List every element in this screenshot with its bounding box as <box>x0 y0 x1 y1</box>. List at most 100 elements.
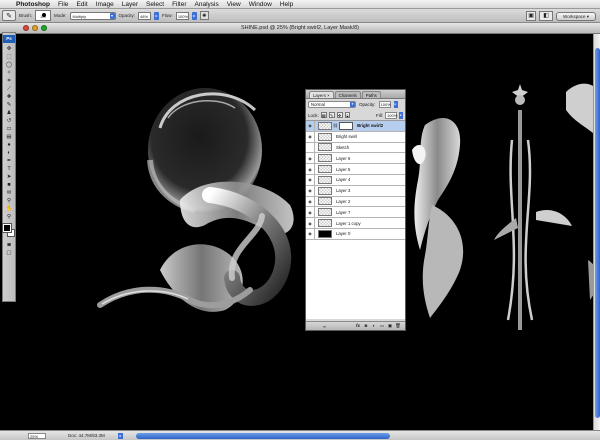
opacity-slider-button[interactable]: ▸ <box>154 11 160 20</box>
menu-filter[interactable]: Filter <box>168 1 190 8</box>
layer-row[interactable]: ◉ Layer 7 <box>306 207 405 219</box>
gradient-tool-icon[interactable]: ▤ <box>4 134 14 141</box>
layer-row[interactable]: Sketch <box>306 142 405 154</box>
menu-analysis[interactable]: Analysis <box>191 1 223 8</box>
marquee-tool-icon[interactable]: ⬚ <box>4 54 14 61</box>
menu-image[interactable]: Image <box>92 1 118 8</box>
mask-link-icon[interactable]: ⛓ <box>333 123 338 128</box>
tab-channels[interactable]: Channels <box>334 91 361 98</box>
color-swatches[interactable] <box>2 223 15 238</box>
visibility-eye-icon[interactable]: ◉ <box>306 153 315 164</box>
lock-all-icon[interactable]: 🔒︎ <box>344 112 351 118</box>
path-selection-tool-icon[interactable]: ➤ <box>4 174 14 181</box>
new-layer-icon[interactable]: ▣ <box>387 323 393 329</box>
layer-thumbnail[interactable] <box>318 165 332 174</box>
layer-thumbnail[interactable] <box>318 154 332 163</box>
layer-thumbnail[interactable] <box>318 229 332 238</box>
layer-thumbnail[interactable] <box>318 219 332 228</box>
lock-transparency-icon[interactable]: ▦ <box>320 112 327 118</box>
document-canvas[interactable] <box>0 34 600 430</box>
visibility-eye-icon[interactable]: ◉ <box>306 131 315 142</box>
history-brush-tool-icon[interactable]: ↺ <box>4 118 14 125</box>
trash-icon[interactable]: 🗑︎ <box>395 323 401 329</box>
move-tool-icon[interactable]: ✥ <box>4 46 14 53</box>
brush-picker[interactable]: 100 <box>35 10 52 21</box>
layer-row[interactable]: ◉ Layer 4 <box>306 174 405 186</box>
visibility-eye-icon[interactable]: ◉ <box>306 164 315 174</box>
layer-row[interactable]: ◉ Layer 5 <box>306 164 405 175</box>
slice-tool-icon[interactable]: ⟋ <box>4 86 14 93</box>
adjustment-layer-icon[interactable]: ◐ <box>371 323 377 329</box>
flow-field[interactable]: 100% <box>175 11 189 20</box>
layer-row[interactable]: ◉ ⛓ Bright swirl2 <box>306 121 405 132</box>
fill-field[interactable]: 100% <box>385 111 397 119</box>
visibility-eye-icon[interactable]: ◉ <box>306 218 315 228</box>
vertical-scroll-thumb[interactable] <box>595 48 600 418</box>
layer-thumbnail[interactable] <box>318 121 332 130</box>
brush-tool-preset-button[interactable]: ✎ <box>2 10 16 21</box>
healing-brush-tool-icon[interactable]: ✚ <box>4 94 14 101</box>
layer-mask-thumbnail[interactable] <box>339 121 354 130</box>
menu-help[interactable]: Help <box>276 1 297 8</box>
screen-mode-icon[interactable]: ▢ <box>4 250 14 257</box>
layer-opacity-field[interactable]: 100% <box>378 101 391 108</box>
hand-tool-icon[interactable]: ✋ <box>4 206 14 213</box>
layer-thumbnail[interactable] <box>318 143 332 152</box>
notes-tool-icon[interactable]: ✉ <box>4 190 14 197</box>
layer-row[interactable]: ◉ Layer 0 <box>306 228 405 240</box>
layer-thumbnail[interactable] <box>318 197 332 206</box>
eraser-tool-icon[interactable]: ▭ <box>4 126 14 133</box>
tab-paths[interactable]: Paths <box>361 91 381 98</box>
menu-edit[interactable]: Edit <box>72 1 91 8</box>
opacity-field[interactable]: 48% <box>138 11 152 20</box>
brush-tool-icon[interactable]: ✎ <box>4 102 14 109</box>
menu-select[interactable]: Select <box>142 1 168 8</box>
quick-mask-icon[interactable]: ◙ <box>4 242 14 249</box>
visibility-eye-icon[interactable]: ◉ <box>306 196 315 207</box>
eyedropper-tool-icon[interactable]: ⚲ <box>4 198 14 205</box>
pen-tool-icon[interactable]: ✒ <box>4 158 14 165</box>
crop-tool-icon[interactable]: ⌗ <box>4 78 14 85</box>
foreground-color-swatch[interactable] <box>2 223 12 233</box>
layer-row[interactable]: ◉ Layer 2 <box>306 196 405 208</box>
menu-window[interactable]: Window <box>245 1 276 8</box>
blend-mode-dropdown[interactable]: Normal ▾ <box>308 101 356 108</box>
shape-tool-icon[interactable]: ■ <box>4 182 14 189</box>
vertical-scrollbar[interactable] <box>593 34 600 430</box>
visibility-eye-icon[interactable]: ◉ <box>306 185 315 196</box>
link-layers-icon[interactable]: ∞ <box>323 324 326 329</box>
ps-logo[interactable]: Ps <box>3 35 15 43</box>
flow-slider-button[interactable]: ▸ <box>191 11 197 20</box>
layer-thumbnail[interactable] <box>318 175 332 184</box>
magic-wand-tool-icon[interactable]: ✧ <box>4 70 14 77</box>
blur-tool-icon[interactable]: ● <box>4 142 14 149</box>
layer-thumbnail[interactable] <box>318 132 332 141</box>
lock-pixels-icon[interactable]: ✎ <box>328 112 335 118</box>
layer-thumbnail[interactable] <box>318 186 332 195</box>
fill-slider-button[interactable]: ▸ <box>399 111 403 119</box>
tab-layers[interactable]: Layers × <box>309 91 334 98</box>
palette-well-icon[interactable]: ▣ <box>526 11 537 21</box>
layer-opacity-slider-button[interactable]: ▸ <box>393 101 398 108</box>
layer-thumbnail[interactable] <box>318 208 332 217</box>
mode-dropdown[interactable]: Multiply ▾ <box>69 11 116 20</box>
dodge-tool-icon[interactable]: ◐ <box>4 150 14 157</box>
add-mask-icon[interactable]: ◙ <box>363 323 369 329</box>
clone-stamp-tool-icon[interactable]: ♟ <box>4 110 14 117</box>
visibility-eye-icon[interactable]: ◉ <box>306 207 315 218</box>
new-group-icon[interactable]: ▭ <box>379 323 385 329</box>
horizontal-scroll-thumb[interactable] <box>136 433 390 439</box>
bridge-icon[interactable]: ◧ <box>539 11 554 21</box>
type-tool-icon[interactable]: T <box>4 166 14 173</box>
zoom-tool-icon[interactable]: ⚲ <box>4 214 14 221</box>
layer-row[interactable]: ◉ Layer 1 copy <box>306 218 405 229</box>
visibility-eye-icon[interactable] <box>306 142 315 153</box>
menu-layer[interactable]: Layer <box>118 1 142 8</box>
menu-file[interactable]: File <box>54 1 72 8</box>
zoom-field[interactable]: 25% <box>28 433 46 439</box>
menu-view[interactable]: View <box>223 1 245 8</box>
status-menu-button[interactable]: ▸ <box>118 433 123 439</box>
workspace-button[interactable]: Workspace ▾ <box>556 11 596 21</box>
menu-photoshop[interactable]: Photoshop <box>12 1 54 8</box>
layer-row[interactable]: ◉ Layer 6 <box>306 153 405 165</box>
